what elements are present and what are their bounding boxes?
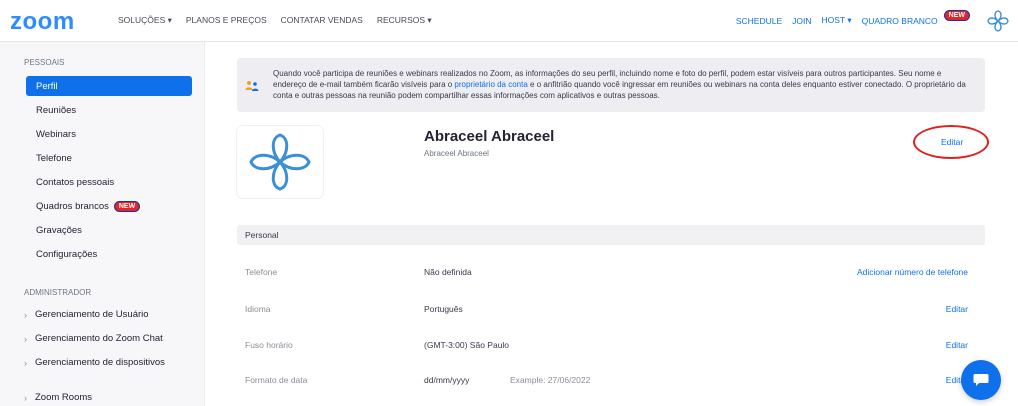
- sidebar-item-label: Gerenciamento de dispositivos: [35, 357, 165, 368]
- chevron-right-icon: ›: [24, 392, 27, 403]
- nav-resources-link[interactable]: RECURSOS ▾: [377, 15, 432, 26]
- sidebar-item-webinars[interactable]: Webinars: [26, 124, 192, 144]
- sidebar-item-label: Perfil: [36, 80, 58, 92]
- sidebar-item-meetings[interactable]: Reuniões: [26, 100, 192, 120]
- personal-section-header: Personal: [237, 225, 985, 245]
- sidebar-item-label: Gerenciamento de Usuário: [35, 309, 149, 320]
- nav-contact-sales-link[interactable]: CONTATAR VENDAS: [281, 15, 363, 26]
- new-badge: NEW: [943, 10, 970, 21]
- nav-right-links: SCHEDULE JOIN HOST ▾ QUADRO BRANCO NEW: [736, 10, 970, 26]
- section-title: Personal: [245, 230, 279, 240]
- nav-whiteboard-link[interactable]: QUADRO BRANCO: [862, 16, 938, 26]
- nav-left-links: SOLUÇÕES ▾ PLANOS E PREÇOS CONTATAR VEND…: [118, 15, 432, 26]
- sidebar-item-label: Quadros brancos: [36, 200, 109, 212]
- phone-value: Não definida: [424, 267, 472, 277]
- sidebar-item-recordings[interactable]: Gravações: [26, 220, 192, 240]
- nav-host-link[interactable]: HOST ▾: [822, 15, 852, 26]
- sidebar-item-whiteboards[interactable]: Quadros brancos NEW: [26, 196, 192, 216]
- avatar-icon[interactable]: [986, 9, 1010, 33]
- account-owner-link[interactable]: proprietário da conta: [454, 80, 527, 89]
- date-format-value: dd/mm/yyyy: [424, 375, 470, 385]
- edit-profile-button[interactable]: Editar: [941, 137, 963, 147]
- privacy-notice: Quando você participa de reuniões e webi…: [237, 58, 985, 112]
- notice-text: Quando você participa de reuniões e webi…: [273, 68, 975, 101]
- personal-heading: PESSOAIS: [24, 58, 65, 67]
- chat-button[interactable]: [961, 360, 1001, 400]
- nav-join-link[interactable]: JOIN: [792, 16, 811, 26]
- sidebar-item-label: Telefone: [36, 152, 72, 164]
- sidebar-item-label: Gravações: [36, 224, 82, 236]
- flower-logo-icon: [249, 133, 311, 191]
- profile-name: Abraceel Abraceel: [424, 128, 555, 145]
- profile-subtitle: Abraceel Abraceel: [424, 149, 489, 158]
- sidebar-item-device-management[interactable]: › Gerenciamento de dispositivos: [24, 357, 165, 368]
- nav-plans-pricing-link[interactable]: PLANOS E PREÇOS: [186, 15, 267, 26]
- sidebar-item-label: Configurações: [36, 248, 98, 260]
- profile-picture[interactable]: [237, 126, 323, 198]
- sidebar-item-label: Reuniões: [36, 104, 77, 116]
- chevron-right-icon: ›: [24, 333, 27, 344]
- language-label: Idioma: [245, 304, 271, 314]
- date-format-label: Formato de data: [245, 375, 308, 385]
- sidebar-item-label: Contatos pessoais: [36, 176, 115, 188]
- admin-heading: ADMINISTRADOR: [24, 288, 92, 297]
- timezone-value: (GMT-3:00) São Paulo: [424, 340, 510, 350]
- top-navigation: zoom SOLUÇÕES ▾ PLANOS E PREÇOS CONTATAR…: [0, 0, 1018, 42]
- people-icon: [245, 81, 259, 91]
- phone-label: Telefone: [245, 267, 278, 277]
- sidebar-item-phone[interactable]: Telefone: [26, 148, 192, 168]
- chevron-right-icon: ›: [24, 309, 27, 320]
- date-format-example: Example: 27/06/2022: [510, 375, 591, 385]
- sidebar-item-profile[interactable]: Perfil: [26, 76, 192, 96]
- sidebar-item-settings[interactable]: Configurações: [26, 244, 192, 264]
- language-value: Português: [424, 304, 463, 314]
- sidebar-item-chat-management[interactable]: › Gerenciamento do Zoom Chat: [24, 333, 163, 344]
- sidebar-item-contacts[interactable]: Contatos pessoais: [26, 172, 192, 192]
- sidebar: PESSOAIS Perfil Reuniões Webinars Telefo…: [0, 42, 205, 406]
- chevron-right-icon: ›: [24, 357, 27, 368]
- edit-language-button[interactable]: Editar: [946, 304, 968, 314]
- sidebar-item-label: Webinars: [36, 128, 76, 140]
- zoom-logo[interactable]: zoom: [10, 8, 75, 36]
- sidebar-item-label: Gerenciamento do Zoom Chat: [35, 333, 163, 344]
- add-phone-button[interactable]: Adicionar número de telefone: [857, 267, 968, 277]
- timezone-label: Fuso horário: [245, 340, 293, 350]
- new-badge: NEW: [113, 200, 141, 212]
- sidebar-item-zoom-rooms[interactable]: › Zoom Rooms: [24, 392, 92, 403]
- nav-solutions-link[interactable]: SOLUÇÕES ▾: [118, 15, 172, 26]
- sidebar-item-label: Zoom Rooms: [35, 392, 93, 403]
- nav-schedule-link[interactable]: SCHEDULE: [736, 16, 782, 26]
- chat-bubble-icon: [973, 374, 989, 386]
- edit-timezone-button[interactable]: Editar: [946, 340, 968, 350]
- sidebar-item-user-management[interactable]: › Gerenciamento de Usuário: [24, 309, 149, 320]
